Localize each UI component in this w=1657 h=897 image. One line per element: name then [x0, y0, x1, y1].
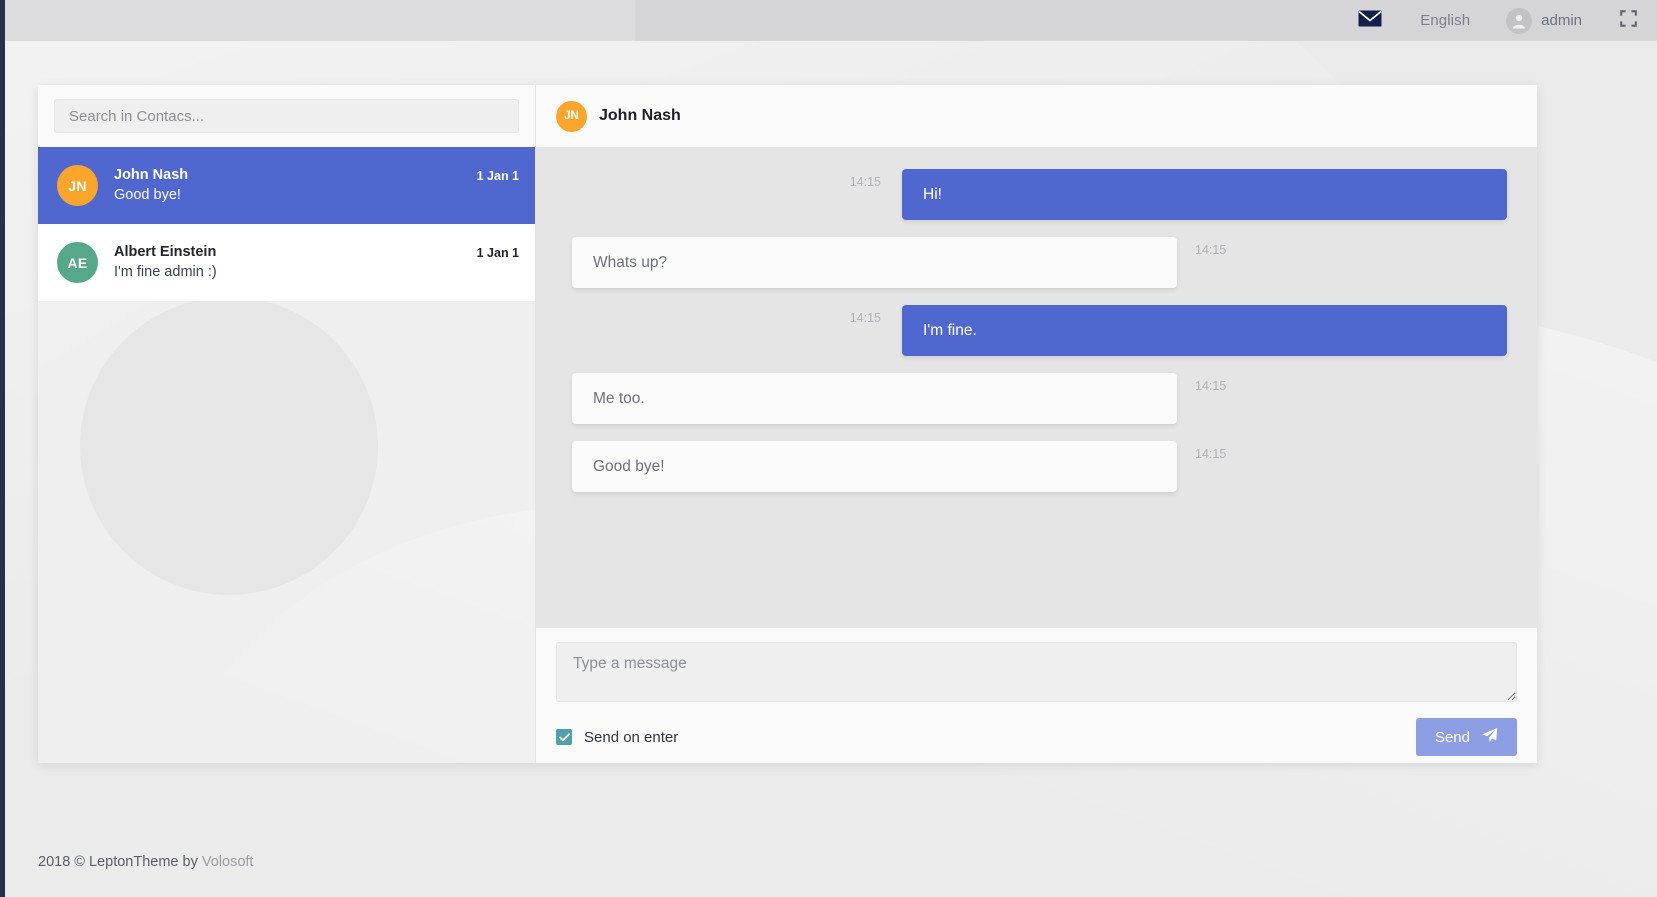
contacts-panel: JN John Nash Good bye! 1 Jan 1 AE Albert… [38, 85, 536, 763]
username-label: admin [1541, 12, 1582, 29]
footer-copyright: 2018 © LeptonTheme by [38, 854, 202, 870]
message-bubble: I'm fine. [902, 305, 1507, 356]
contact-name: Albert Einstein [114, 243, 217, 260]
message-bubble: Whats up? [572, 237, 1177, 288]
avatar: JN [556, 100, 587, 132]
contact-list: JN John Nash Good bye! 1 Jan 1 AE Albert… [38, 147, 535, 301]
send-button-label: Send [1434, 728, 1470, 746]
fullscreen-button[interactable] [1620, 9, 1637, 32]
contact-last-message: Good bye! [114, 186, 181, 203]
message-bubble: Hi! [902, 169, 1507, 220]
message-input[interactable] [556, 642, 1517, 702]
fullscreen-icon [1620, 9, 1637, 32]
contact-last-message: I'm fine admin :) [114, 263, 217, 280]
avatar-initials: JN [564, 110, 579, 122]
app-root: English admin Search in Contacs... JN Jo… [0, 0, 1657, 897]
message-row: Whats up? 14:15 [572, 237, 1507, 288]
footer: 2018 © LeptonTheme by Volosoft [5, 827, 1657, 897]
composer-actions: Send on enter Send [556, 718, 1517, 756]
send-on-enter-label: Send on enter [584, 728, 679, 746]
conversation-panel: JN John Nash 14:15 Hi! Whats up? 14:15 1… [536, 85, 1537, 763]
contact-name: John Nash [114, 166, 189, 183]
message-list[interactable]: 14:15 Hi! Whats up? 14:15 14:15 I'm fine… [536, 147, 1537, 628]
message-timestamp: 14:15 [849, 311, 881, 325]
top-bar: English admin [5, 0, 1657, 41]
language-selector[interactable]: English [1420, 12, 1470, 29]
avatar: JN [57, 165, 98, 206]
send-on-enter-toggle[interactable]: Send on enter [556, 729, 678, 746]
user-avatar-icon [1506, 7, 1533, 34]
chat-card: JN John Nash Good bye! 1 Jan 1 AE Albert… [38, 85, 1537, 763]
message-bubble: Me too. [572, 373, 1177, 424]
message-row: Me too. 14:15 [572, 373, 1507, 424]
contact-date: 1 Jan 1 [476, 246, 519, 260]
paper-plane-icon [1481, 727, 1498, 747]
send-button[interactable]: Send [1415, 718, 1517, 756]
conversation-header: JN John Nash [536, 85, 1537, 147]
avatar-initials: AE [67, 254, 88, 271]
message-row: Good bye! 14:15 [572, 441, 1507, 492]
contact-date: 1 Jan 1 [476, 169, 519, 183]
page-title: John Nash [599, 107, 681, 124]
search-input[interactable] [54, 99, 519, 133]
footer-link-volosoft[interactable]: Volosoft [202, 854, 254, 870]
top-bar-left-block [5, 0, 635, 41]
message-composer: Send on enter Send [536, 628, 1537, 763]
message-timestamp: 14:15 [849, 175, 881, 189]
avatar: AE [57, 242, 98, 283]
language-label: English [1420, 12, 1471, 29]
message-timestamp: 14:15 [1195, 243, 1227, 257]
user-menu[interactable]: admin [1506, 7, 1582, 34]
envelope-icon [1358, 10, 1382, 32]
contacts-search-wrapper [38, 85, 535, 147]
message-row: 14:15 I'm fine. [572, 305, 1507, 356]
messages-button[interactable] [1358, 10, 1382, 32]
contact-item-albert-einstein[interactable]: AE Albert Einstein I'm fine admin :) 1 J… [38, 224, 535, 301]
send-on-enter-checkbox[interactable] [556, 729, 572, 745]
avatar-initials: JN [68, 177, 87, 194]
message-timestamp: 14:15 [1195, 447, 1227, 461]
footer-text: 2018 © LeptonTheme by Volosoft [38, 854, 253, 870]
contact-item-john-nash[interactable]: JN John Nash Good bye! 1 Jan 1 [38, 147, 535, 224]
message-row: 14:15 Hi! [572, 169, 1507, 220]
nav-rail[interactable] [0, 0, 5, 897]
message-bubble: Good bye! [572, 441, 1177, 492]
message-timestamp: 14:15 [1195, 379, 1227, 393]
